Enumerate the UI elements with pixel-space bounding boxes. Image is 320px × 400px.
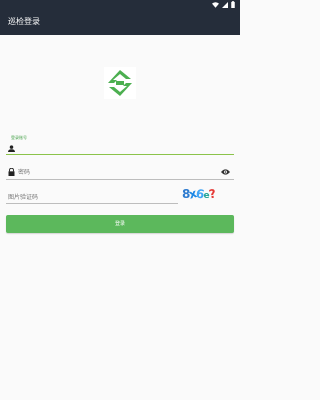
status-icons [212, 1, 235, 8]
status-bar [0, 0, 240, 9]
app-bar: 巡检登录 [0, 9, 240, 35]
person-icon [8, 145, 15, 152]
logo-icon [104, 67, 136, 99]
wifi-icon [212, 1, 219, 8]
account-field-label: 登录账号 [11, 135, 27, 140]
page-title: 巡检登录 [8, 17, 40, 26]
captcha-underline [6, 203, 178, 204]
account-underline [6, 154, 234, 155]
account-field[interactable] [6, 142, 234, 156]
password-underline [6, 179, 234, 180]
captcha-image[interactable]: 8x6e? [182, 186, 234, 203]
captcha-input[interactable] [8, 192, 168, 203]
captcha-field[interactable] [6, 190, 178, 204]
battery-icon [231, 1, 235, 8]
password-field[interactable] [6, 166, 234, 180]
password-input[interactable] [18, 167, 188, 178]
signal-icon [222, 1, 228, 8]
lock-icon [8, 168, 15, 176]
eye-icon[interactable] [221, 169, 230, 175]
login-button[interactable]: 登录 [6, 215, 234, 233]
